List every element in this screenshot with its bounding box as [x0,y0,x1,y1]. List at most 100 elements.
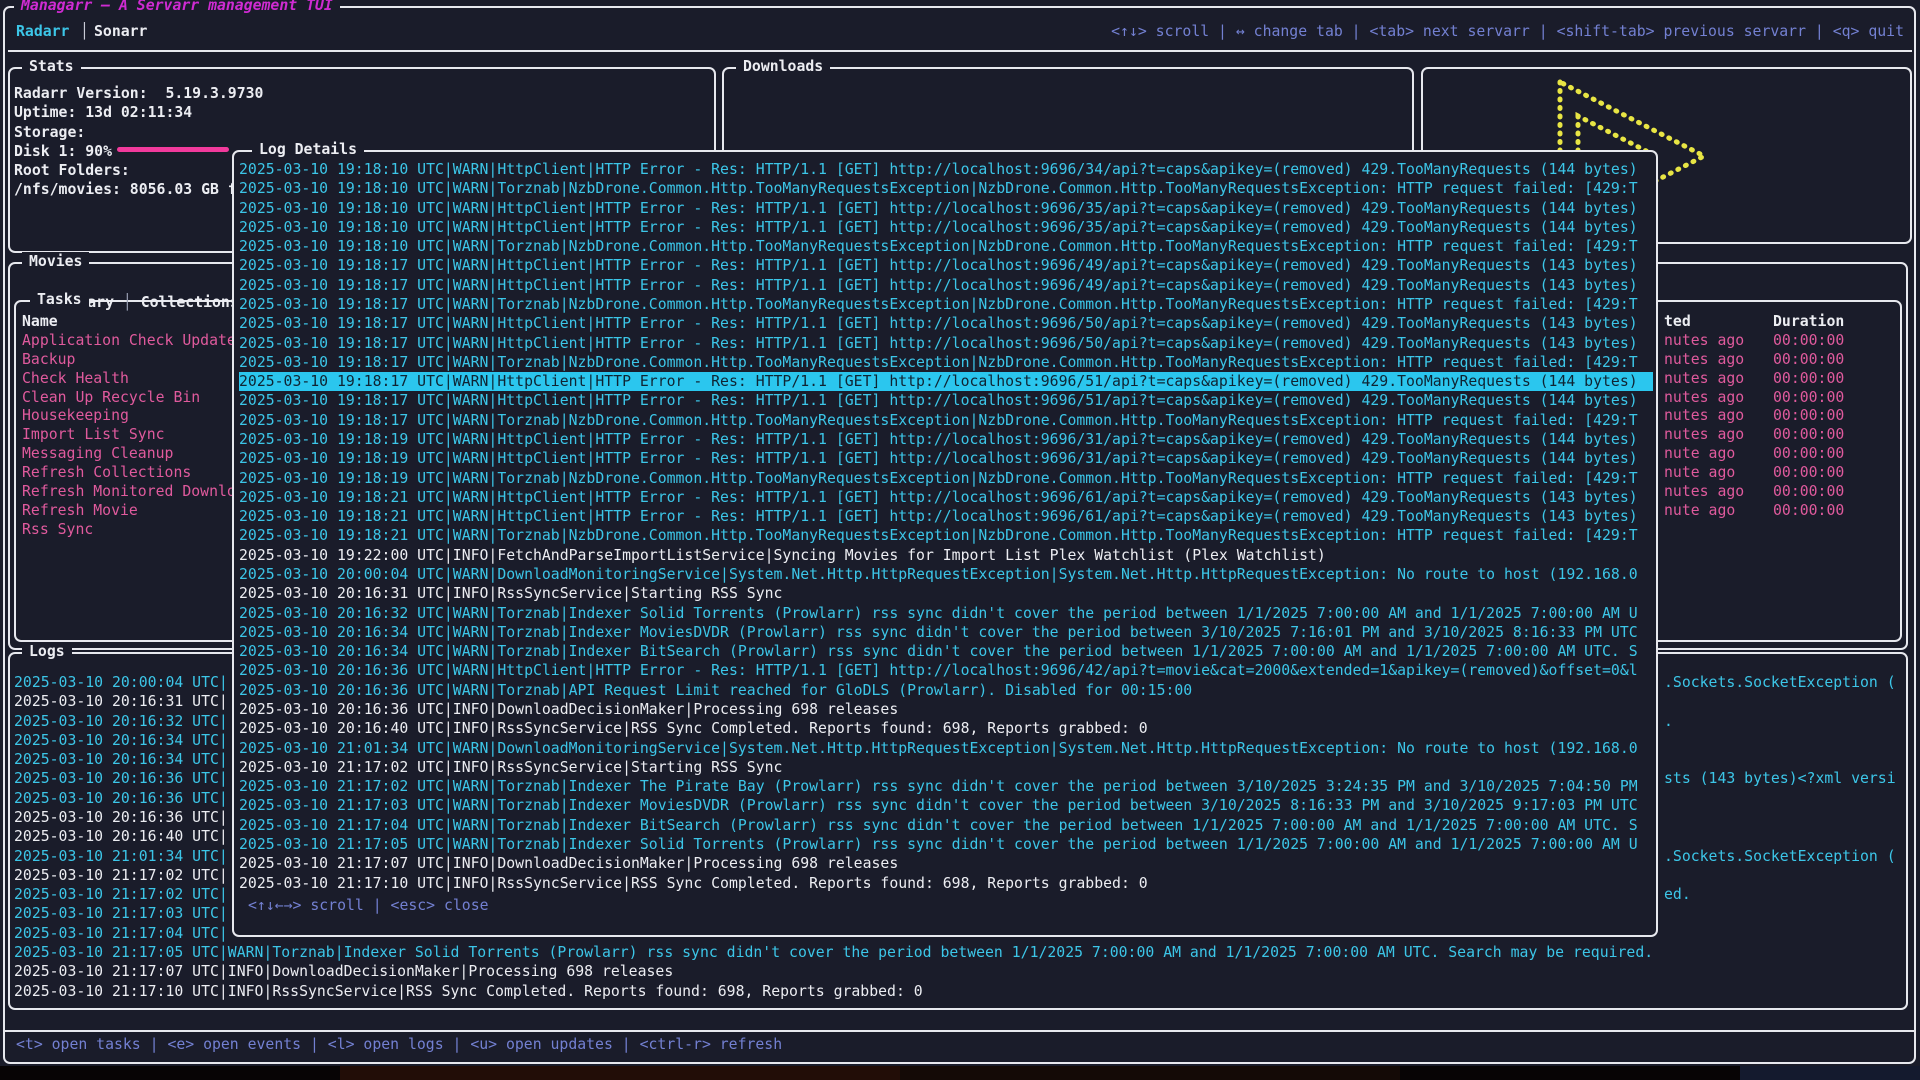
log-row-fragment: . [1664,712,1673,731]
log-detail-line[interactable]: 2025-03-10 19:18:10 UTC|WARN|HttpClient|… [239,218,1653,237]
task-row-name[interactable]: Backup [22,350,75,369]
log-detail-line[interactable]: 2025-03-10 19:18:17 UTC|WARN|HttpClient|… [239,334,1653,353]
stats-panel-title: Stats [22,57,81,76]
log-detail-line[interactable]: 2025-03-10 19:18:17 UTC|WARN|HttpClient|… [239,276,1653,295]
log-row-fragment: .Sockets.SocketException ( [1664,673,1896,692]
log-detail-line[interactable]: 2025-03-10 19:18:21 UTC|WARN|HttpClient|… [239,488,1653,507]
log-detail-line[interactable]: 2025-03-10 19:18:19 UTC|WARN|HttpClient|… [239,449,1653,468]
log-row-stub[interactable]: 2025-03-10 20:16:36 UTC| [14,808,228,827]
log-detail-line[interactable]: 2025-03-10 19:18:17 UTC|WARN|HttpClient|… [239,391,1653,410]
log-detail-line[interactable]: 2025-03-10 20:16:36 UTC|WARN|HttpClient|… [239,661,1653,680]
log-detail-line[interactable]: 2025-03-10 20:00:04 UTC|WARN|DownloadMon… [239,565,1653,584]
task-row-name[interactable]: Application Check Update [22,331,236,350]
task-row-executed: nute ago [1664,501,1735,520]
top-keybind-hints: <↑↓> scroll | ↔ change tab | <tab> next … [1111,22,1904,41]
log-detail-line[interactable]: 2025-03-10 19:18:21 UTC|WARN|HttpClient|… [239,507,1653,526]
log-detail-line[interactable]: 2025-03-10 21:17:02 UTC|WARN|Torznab|Ind… [239,777,1653,796]
log-detail-line[interactable]: 2025-03-10 21:17:07 UTC|INFO|DownloadDec… [239,854,1653,873]
stats-row: Root Folders: [14,161,130,180]
log-detail-line[interactable]: 2025-03-10 21:17:10 UTC|INFO|RssSyncServ… [239,874,1653,892]
log-detail-line[interactable]: 2025-03-10 19:18:17 UTC|WARN|Torznab|Nzb… [239,411,1653,430]
log-row-stub[interactable]: 2025-03-10 21:17:02 UTC| [14,885,228,904]
log-row[interactable]: 2025-03-10 21:17:05 UTC|WARN|Torznab|Ind… [14,943,1653,962]
task-row-duration: 00:00:00 [1773,482,1844,501]
app-title: Managarr — A Servarr management TUI [14,0,340,15]
log-row-stub[interactable]: 2025-03-10 20:16:40 UTC| [14,827,228,846]
task-row-name[interactable]: Rss Sync [22,520,93,539]
task-row-name[interactable]: Housekeeping [22,406,129,425]
task-row-duration: 00:00:00 [1773,369,1844,388]
log-detail-line[interactable]: 2025-03-10 20:16:36 UTC|INFO|DownloadDec… [239,700,1653,719]
log-row-stub[interactable]: 2025-03-10 21:17:03 UTC| [14,904,228,923]
tab-collections[interactable]: Collections [141,294,239,311]
task-row-executed: nute ago [1664,463,1735,482]
log-row[interactable]: 2025-03-10 21:17:10 UTC|INFO|RssSyncServ… [14,982,923,1001]
log-detail-line[interactable]: 2025-03-10 19:18:10 UTC|WARN|HttpClient|… [239,199,1653,218]
task-row-executed: nutes ago [1664,331,1744,350]
log-detail-line[interactable]: 2025-03-10 19:18:21 UTC|WARN|Torznab|Nzb… [239,526,1653,545]
stats-row: Disk 1: 90% [14,142,112,161]
log-detail-line[interactable]: 2025-03-10 19:18:10 UTC|WARN|Torznab|Nzb… [239,179,1653,198]
log-row-stub[interactable]: 2025-03-10 20:16:34 UTC| [14,750,228,769]
log-detail-line[interactable]: 2025-03-10 19:18:17 UTC|WARN|HttpClient|… [239,256,1653,275]
log-details-modal-title: Log Details [252,140,364,159]
tasks-column-name: Name [22,312,58,331]
log-detail-line[interactable]: 2025-03-10 20:16:36 UTC|WARN|Torznab|API… [239,681,1653,700]
log-detail-line[interactable]: 2025-03-10 19:18:17 UTC|WARN|HttpClient|… [239,314,1653,333]
task-row-name[interactable]: Import List Sync [22,425,165,444]
log-row-stub[interactable]: 2025-03-10 21:17:04 UTC| [14,924,228,943]
log-detail-line-selected[interactable]: 2025-03-10 19:18:17 UTC|WARN|HttpClient|… [239,372,1653,391]
log-detail-line[interactable]: 2025-03-10 19:18:10 UTC|WARN|HttpClient|… [239,160,1653,179]
log-row-stub[interactable]: 2025-03-10 20:16:36 UTC| [14,769,228,788]
movies-panel-title: Movies [22,252,89,271]
tab-separator [8,50,1912,52]
log-row-stub[interactable]: 2025-03-10 20:00:04 UTC| [14,673,228,692]
log-detail-line[interactable]: 2025-03-10 21:17:03 UTC|WARN|Torznab|Ind… [239,796,1653,815]
task-row-executed: nutes ago [1664,425,1744,444]
log-row-stub[interactable]: 2025-03-10 21:17:02 UTC| [14,866,228,885]
log-detail-line[interactable]: 2025-03-10 19:18:17 UTC|WARN|Torznab|Nzb… [239,295,1653,314]
log-detail-line[interactable]: 2025-03-10 19:18:17 UTC|WARN|Torznab|Nzb… [239,353,1653,372]
log-row-stub[interactable]: 2025-03-10 20:16:34 UTC| [14,731,228,750]
bottom-bar-separator [3,1030,1916,1032]
tab-sonarr[interactable]: Sonarr [94,22,147,41]
task-row-name[interactable]: Refresh Collections [22,463,191,482]
log-detail-line[interactable]: 2025-03-10 20:16:40 UTC|INFO|RssSyncServ… [239,719,1653,738]
log-detail-line[interactable]: 2025-03-10 19:18:10 UTC|WARN|Torznab|Nzb… [239,237,1653,256]
log-detail-line[interactable]: 2025-03-10 20:16:34 UTC|WARN|Torznab|Ind… [239,623,1653,642]
task-row-duration: 00:00:00 [1773,331,1844,350]
log-row-fragment: ed. [1664,885,1691,904]
task-row-executed: nutes ago [1664,482,1744,501]
downloads-panel-title: Downloads [736,57,830,76]
bottom-keybind-hints: <t> open tasks | <e> open events | <l> o… [16,1035,782,1054]
task-row-duration: 00:00:00 [1773,501,1844,520]
log-row-stub[interactable]: 2025-03-10 20:16:36 UTC| [14,789,228,808]
log-detail-line[interactable]: 2025-03-10 19:18:19 UTC|WARN|HttpClient|… [239,430,1653,449]
log-detail-line[interactable]: 2025-03-10 19:22:00 UTC|INFO|FetchAndPar… [239,546,1653,565]
log-row-stub[interactable]: 2025-03-10 21:01:34 UTC| [14,847,228,866]
log-detail-line[interactable]: 2025-03-10 19:18:19 UTC|WARN|Torznab|Nzb… [239,469,1653,488]
disk-usage-bar [117,147,229,152]
log-detail-line[interactable]: 2025-03-10 20:16:32 UTC|WARN|Torznab|Ind… [239,604,1653,623]
log-row-stub[interactable]: 2025-03-10 20:16:32 UTC| [14,712,228,731]
task-row-name[interactable]: Refresh Movie [22,501,138,520]
task-row-name[interactable]: Clean Up Recycle Bin [22,388,200,407]
managarr-terminal: Managarr — A Servarr management TUI Rada… [0,0,1920,1080]
task-row-name[interactable]: Check Health [22,369,129,388]
log-detail-line[interactable]: 2025-03-10 20:16:31 UTC|INFO|RssSyncServ… [239,584,1653,603]
log-detail-line[interactable]: 2025-03-10 21:17:05 UTC|WARN|Torznab|Ind… [239,835,1653,854]
log-details-list: 2025-03-10 19:18:10 UTC|WARN|HttpClient|… [239,152,1653,892]
task-row-duration: 00:00:00 [1773,463,1844,482]
log-detail-line[interactable]: 2025-03-10 21:01:34 UTC|WARN|DownloadMon… [239,739,1653,758]
log-row-stub[interactable]: 2025-03-10 20:16:31 UTC| [14,692,228,711]
task-row-duration: 00:00:00 [1773,388,1844,407]
task-row-name[interactable]: Messaging Cleanup [22,444,173,463]
tasks-column-executed: ted [1664,312,1691,331]
tab-radarr[interactable]: Radarr [16,22,69,41]
log-row-fragment: .Sockets.SocketException ( [1664,847,1896,866]
log-detail-line[interactable]: 2025-03-10 20:16:34 UTC|WARN|Torznab|Ind… [239,642,1653,661]
log-detail-line[interactable]: 2025-03-10 21:17:04 UTC|WARN|Torznab|Ind… [239,816,1653,835]
log-row[interactable]: 2025-03-10 21:17:07 UTC|INFO|DownloadDec… [14,962,673,981]
task-row-name[interactable]: Refresh Monitored Downlo [22,482,236,501]
log-detail-line[interactable]: 2025-03-10 21:17:02 UTC|INFO|RssSyncServ… [239,758,1653,777]
